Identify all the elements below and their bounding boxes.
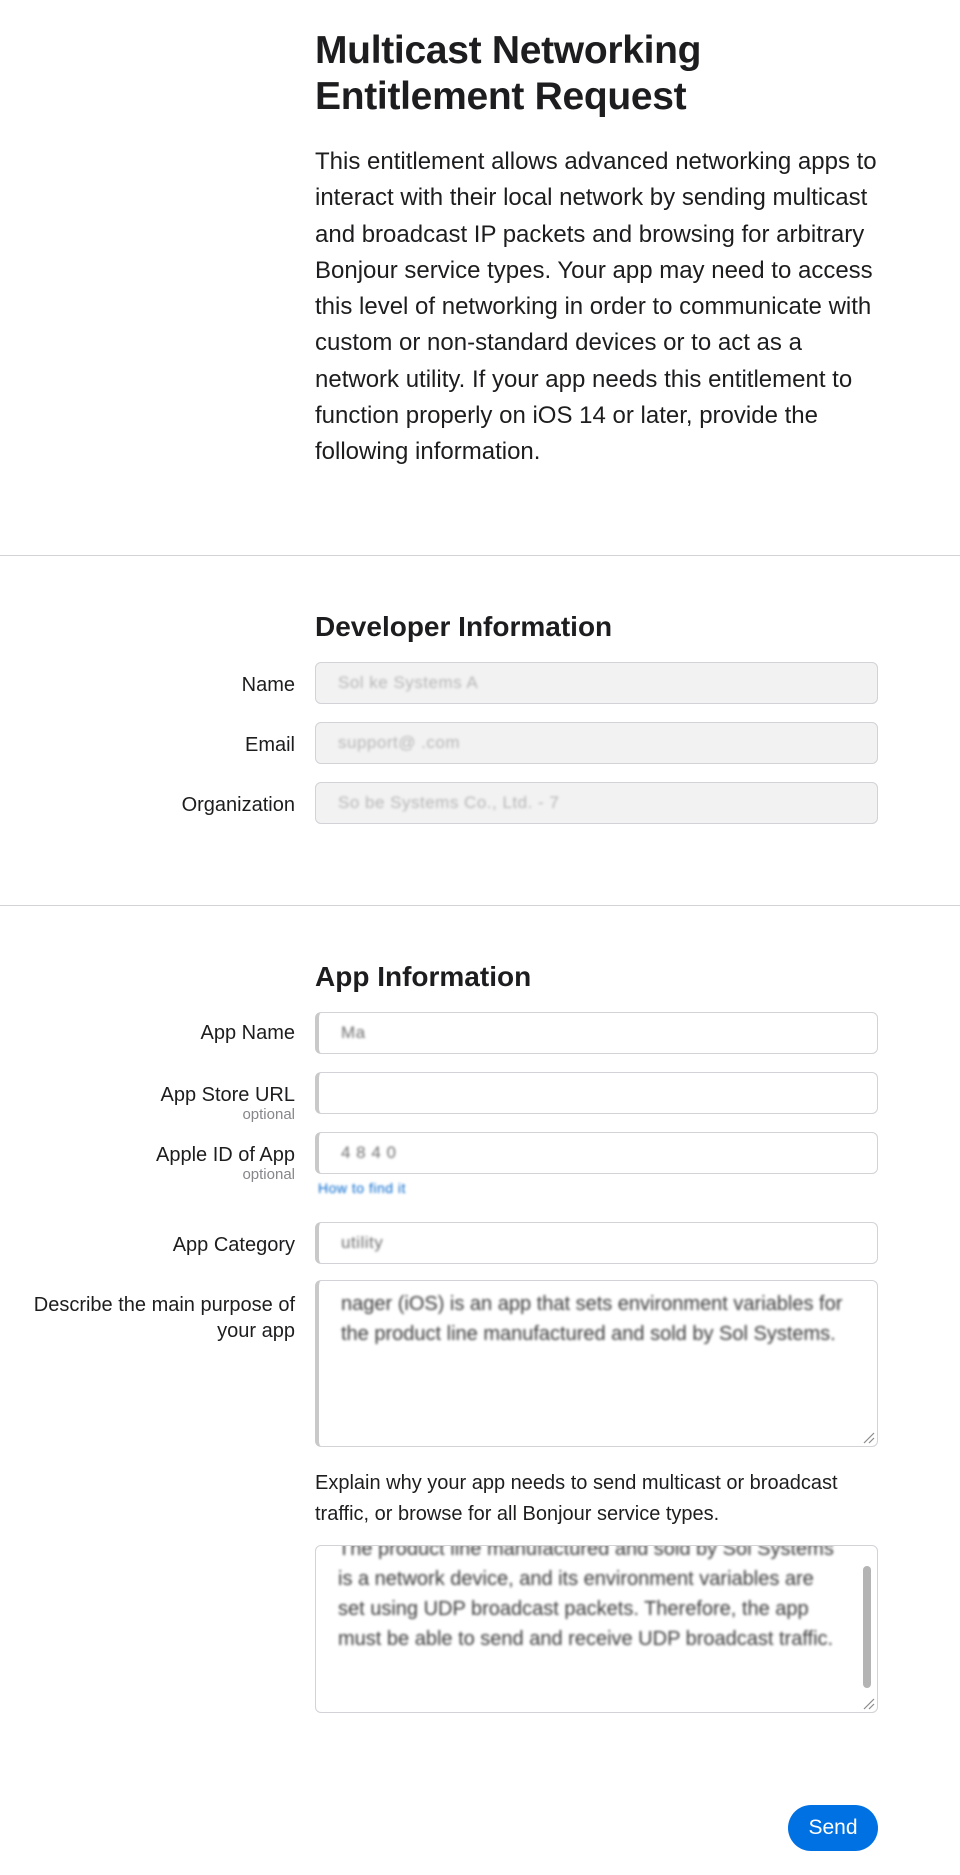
apple-id-label-text: Apple ID of App — [156, 1144, 295, 1166]
email-value: support@ .com — [338, 733, 461, 752]
app-name-label: App Name — [200, 1022, 296, 1044]
section-divider — [0, 555, 960, 556]
name-value: Sol ke Systems A — [338, 673, 479, 692]
purpose-text: nager (iOS) is an app that sets environm… — [341, 1293, 843, 1345]
page-title: Multicast Networking Entitlement Request — [315, 29, 702, 118]
intro-section: Multicast Networking Entitlement Request… — [315, 28, 880, 471]
send-button[interactable]: Send — [788, 1805, 878, 1851]
app-name-value: Ma — [341, 1023, 366, 1042]
explain-textarea[interactable]: The product line manufactured and sold b… — [315, 1545, 878, 1713]
intro-description: This entitlement allows advanced network… — [315, 148, 877, 466]
app-category-value: utility — [341, 1233, 384, 1252]
name-field[interactable]: Sol ke Systems A — [315, 662, 878, 704]
email-field[interactable]: support@ .com — [315, 722, 878, 764]
scrollbar[interactable] — [863, 1566, 871, 1688]
name-label: Name — [241, 674, 295, 696]
purpose-textarea[interactable]: nager (iOS) is an app that sets environm… — [315, 1280, 878, 1447]
resize-grip-icon[interactable] — [861, 1430, 875, 1444]
explain-label: Explain why your app needs to send multi… — [315, 1472, 838, 1525]
apple-id-value: 4 8 4 0 — [341, 1143, 397, 1162]
section-divider — [0, 905, 960, 906]
app-category-input[interactable]: utility — [315, 1222, 878, 1264]
entitlement-request-page: Multicast Networking Entitlement Request… — [0, 0, 960, 1875]
explain-text: The product line manufactured and sold b… — [338, 1545, 834, 1650]
app-store-url-label-text: App Store URL — [160, 1084, 295, 1106]
resize-grip-icon[interactable] — [861, 1696, 875, 1710]
email-label: Email — [244, 734, 295, 756]
purpose-label: Describe the main purpose of your app — [33, 1294, 295, 1342]
organization-value: So be Systems Co., Ltd. - 7 — [338, 793, 560, 812]
app-store-url-label: App Store URL optional — [160, 1083, 295, 1123]
apple-id-input[interactable]: 4 8 4 0 — [315, 1132, 878, 1174]
organization-label: Organization — [181, 794, 295, 816]
organization-field[interactable]: So be Systems Co., Ltd. - 7 — [315, 782, 878, 824]
optional-hint: optional — [242, 1166, 295, 1183]
developer-section-title: Developer Information — [315, 611, 613, 642]
app-store-url-input[interactable] — [315, 1072, 878, 1114]
apple-id-label: Apple ID of App optional — [156, 1143, 295, 1183]
app-name-input[interactable]: Ma — [315, 1012, 878, 1054]
app-section-title: App Information — [315, 961, 532, 992]
app-category-label: App Category — [172, 1234, 295, 1256]
find-apple-id-link[interactable]: How to find it — [318, 1180, 406, 1196]
optional-hint: optional — [242, 1106, 295, 1123]
